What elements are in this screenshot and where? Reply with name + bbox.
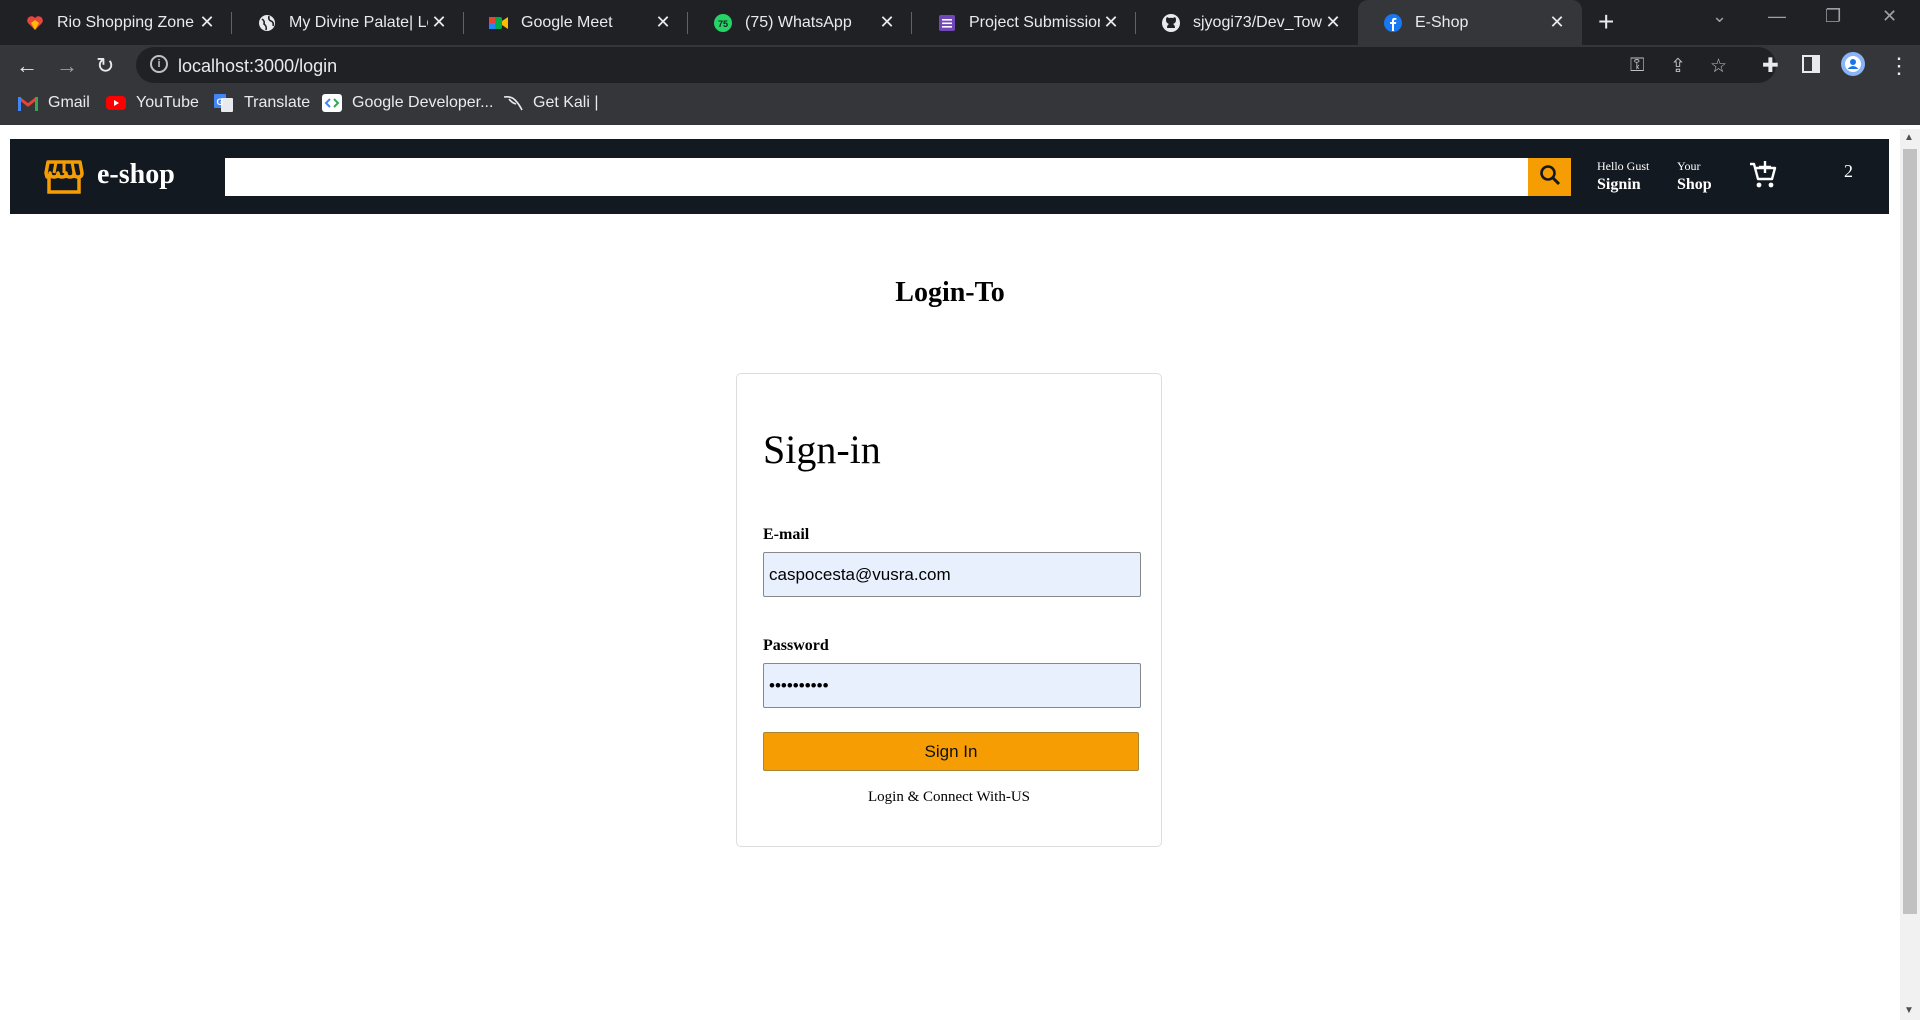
tab-title: E-Shop	[1415, 13, 1469, 31]
site-info-icon[interactable]: i	[150, 55, 168, 73]
scrollbar-thumb[interactable]	[1903, 149, 1917, 914]
your-text: Your	[1677, 159, 1701, 173]
your-shop-option[interactable]: Your Shop	[1677, 159, 1712, 194]
scroll-up-icon[interactable]: ▲	[1904, 132, 1914, 143]
svg-text:G: G	[216, 97, 223, 107]
back-icon[interactable]: ←	[16, 53, 38, 79]
tab-title: Google Meet	[521, 13, 613, 31]
signin-link[interactable]: Signin	[1597, 176, 1649, 194]
reload-icon[interactable]: ↻	[96, 53, 114, 79]
page-scrollbar[interactable]: ▲ ▼	[1900, 129, 1920, 1020]
search-icon	[1539, 164, 1561, 191]
bookmark-google-developers[interactable]: Google Developer...	[322, 94, 493, 112]
window-close-icon[interactable]: ✕	[1882, 6, 1897, 27]
password-key-icon[interactable]: ⚿	[1630, 55, 1644, 77]
new-tab-icon[interactable]: +	[1598, 6, 1614, 38]
facebook-icon	[1383, 13, 1403, 33]
greeting-text: Hello Gust	[1597, 159, 1650, 173]
bookmark-label: Google Developer...	[352, 94, 494, 111]
browser-tab-1[interactable]: Rio Shopping Zone ✕	[0, 0, 232, 45]
google-developers-icon	[322, 94, 342, 112]
close-icon[interactable]: ✕	[1322, 12, 1344, 33]
bookmark-translate[interactable]: G Translate	[214, 94, 310, 112]
address-url[interactable]: localhost:3000/login	[178, 56, 337, 77]
tab-title: (75) WhatsApp	[745, 13, 852, 31]
bookmark-gmail[interactable]: Gmail	[18, 94, 90, 112]
svg-text:75: 75	[718, 19, 728, 29]
bookmark-youtube[interactable]: YouTube	[106, 94, 199, 112]
browser-tab-4[interactable]: 75 (75) WhatsApp ✕	[688, 0, 912, 45]
tab-title: My Divine Palate| Logi	[289, 13, 428, 31]
signin-button[interactable]: Sign In	[763, 732, 1139, 771]
browser-tab-2[interactable]: My Divine Palate| Logi ✕	[232, 0, 464, 45]
youtube-icon	[106, 95, 126, 111]
bookmark-label: Translate	[244, 94, 311, 111]
address-bar[interactable]: i localhost:3000/login ⚿ ⇪ ☆	[136, 47, 1776, 83]
shopping-cart-icon[interactable]	[1748, 160, 1778, 195]
site-header: e-shop Hello Gust Signin Your Shop 2	[10, 139, 1889, 214]
page-viewport: e-shop Hello Gust Signin Your Shop 2 Log…	[0, 129, 1900, 1020]
shop-link[interactable]: Shop	[1677, 176, 1712, 194]
browser-menu-icon[interactable]: ⋮	[1888, 53, 1910, 79]
browser-tab-active[interactable]: E-Shop ✕	[1358, 0, 1582, 45]
login-form-card: Sign-in E-mail Password Sign In Login & …	[736, 373, 1162, 847]
restore-icon[interactable]: ❐	[1825, 6, 1841, 27]
bookmark-label: Gmail	[48, 94, 90, 111]
google-meet-icon	[489, 13, 509, 33]
kali-icon	[503, 95, 523, 111]
bookmark-star-icon[interactable]: ☆	[1710, 55, 1727, 78]
page-title: Login-To	[895, 277, 1005, 308]
bookmark-label: Get Kali |	[533, 94, 599, 111]
side-panel-icon[interactable]	[1802, 53, 1820, 79]
close-icon[interactable]: ✕	[1100, 12, 1122, 33]
browser-tab-5[interactable]: Project Submission fo ✕	[912, 0, 1136, 45]
close-icon[interactable]: ✕	[652, 12, 674, 33]
password-field[interactable]	[763, 663, 1141, 708]
bookmarks-bar: Gmail YouTube G Translate Google Develop…	[0, 85, 1920, 125]
github-icon	[1161, 13, 1181, 33]
tab-title: Project Submission fo	[969, 13, 1100, 31]
site-logo-text[interactable]: e-shop	[97, 159, 175, 191]
storefront-icon[interactable]	[44, 159, 84, 200]
forward-icon[interactable]: →	[56, 53, 78, 79]
tab-title: sjyogi73/Dev_Town_A	[1193, 13, 1322, 31]
heart-icon	[25, 13, 45, 33]
browser-tab-6[interactable]: sjyogi73/Dev_Town_A ✕	[1136, 0, 1358, 45]
close-icon[interactable]: ✕	[428, 12, 450, 33]
tab-search-icon[interactable]: ⌄	[1712, 6, 1727, 27]
globe-icon	[257, 13, 277, 33]
translate-icon: G	[214, 94, 234, 112]
bookmark-label: YouTube	[136, 94, 199, 111]
signin-title: Sign-in	[763, 427, 881, 472]
minimize-icon[interactable]: —	[1768, 6, 1786, 27]
close-icon[interactable]: ✕	[1546, 12, 1568, 33]
login-footer-text: Login & Connect With-US	[867, 789, 1031, 805]
whatsapp-icon: 75	[713, 13, 733, 33]
extensions-icon[interactable]: ✚	[1762, 53, 1779, 78]
search-input[interactable]	[225, 158, 1536, 196]
profile-avatar-icon[interactable]	[1840, 51, 1866, 83]
tab-title: Rio Shopping Zone	[57, 13, 194, 31]
email-label: E-mail	[763, 526, 810, 543]
bookmark-get-kali[interactable]: Get Kali |	[503, 94, 599, 112]
browser-tab-3[interactable]: Google Meet ✕	[464, 0, 688, 45]
gmail-icon	[18, 95, 38, 111]
search-button[interactable]	[1528, 158, 1571, 196]
forms-icon	[937, 13, 957, 33]
scroll-down-icon[interactable]: ▼	[1904, 1005, 1914, 1016]
browser-tab-strip: Rio Shopping Zone ✕ My Divine Palate| Lo…	[0, 0, 1920, 45]
browser-toolbar: ← → ↻ i localhost:3000/login ⚿ ⇪ ☆ ✚ ⋮	[0, 45, 1920, 85]
password-label: Password	[763, 637, 829, 654]
signin-option[interactable]: Hello Gust Signin	[1597, 159, 1649, 194]
email-field[interactable]	[763, 552, 1141, 597]
share-icon[interactable]: ⇪	[1670, 55, 1686, 78]
cart-count-badge: 2	[1844, 161, 1853, 181]
close-icon[interactable]: ✕	[196, 12, 218, 33]
close-icon[interactable]: ✕	[876, 12, 898, 33]
